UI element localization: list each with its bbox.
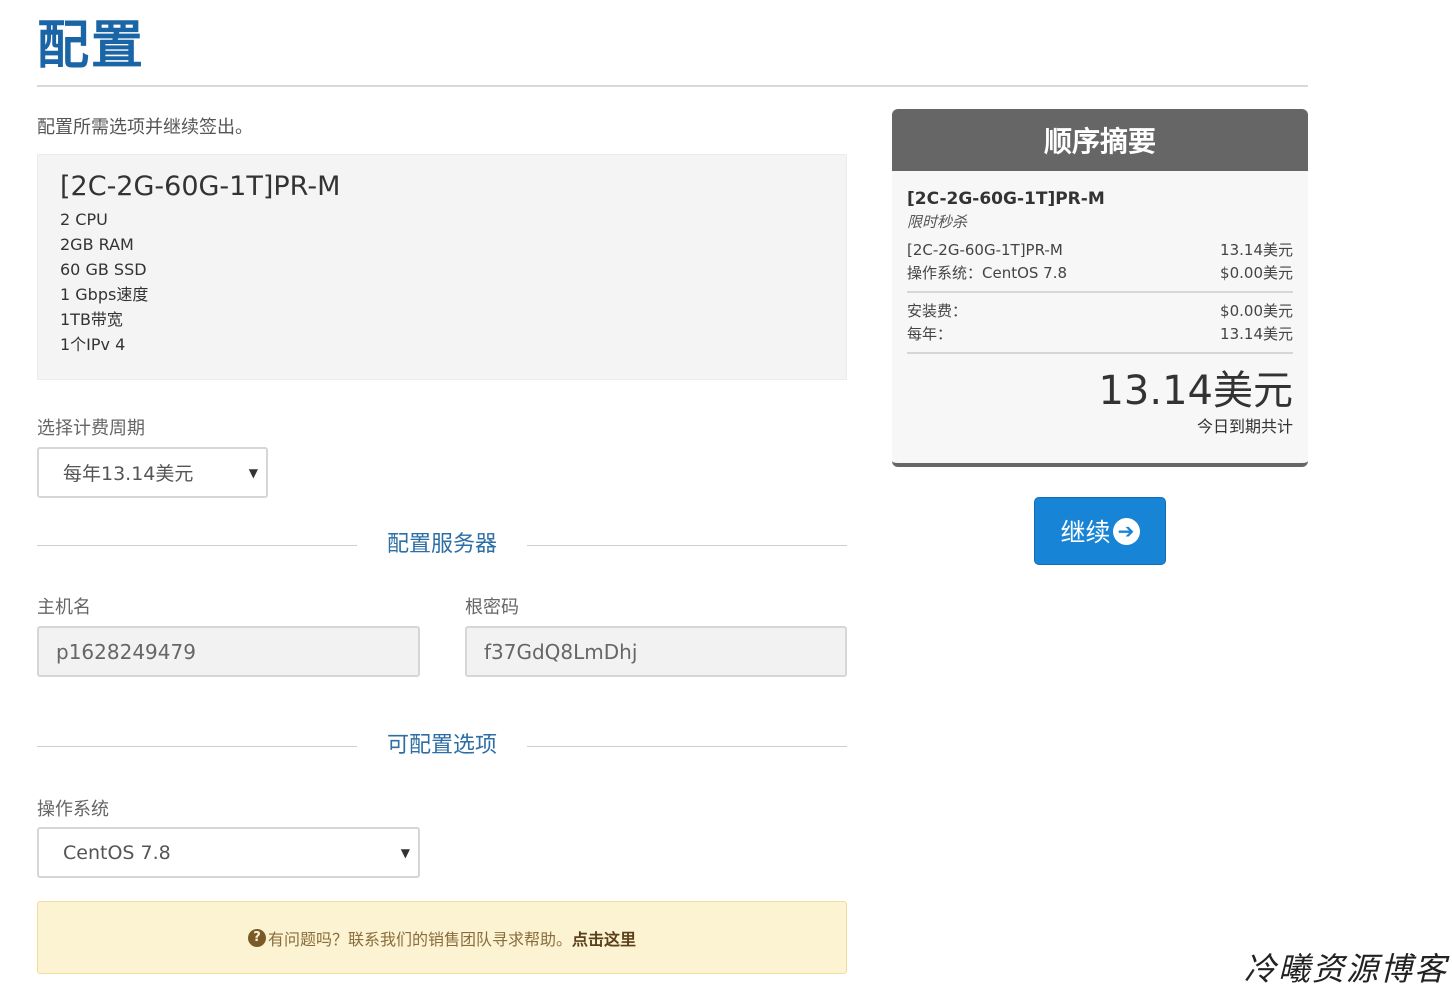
root-password-input[interactable]: f37GdQ8LmDhj <box>465 626 847 677</box>
summary-line-item: 操作系统：CentOS 7.8 $0.00美元 <box>907 262 1293 285</box>
summary-total-amount: 13.14美元 <box>1098 368 1293 414</box>
divider-line <box>37 545 357 546</box>
summary-product-name: [2C-2G-60G-1T]PR-M <box>907 189 1105 209</box>
fee-value: 13.14美元 <box>1220 325 1293 343</box>
section-title: 可配置选项 <box>386 733 497 758</box>
line-item-price: 13.14美元 <box>1220 241 1293 259</box>
root-password-label: 根密码 <box>465 597 519 618</box>
billing-cycle-label: 选择计费周期 <box>37 418 145 439</box>
divider-line <box>527 746 847 747</box>
divider-line <box>527 545 847 546</box>
page-title: 配置 <box>37 15 146 76</box>
root-password-value: f37GdQ8LmDhj <box>484 639 638 664</box>
os-value: CentOS 7.8 <box>63 841 171 864</box>
intro-text: 配置所需选项并继续签出。 <box>37 117 253 138</box>
billing-cycle-value: 每年13.14美元 <box>63 463 194 485</box>
line-item-price: $0.00美元 <box>1220 264 1293 282</box>
hostname-label: 主机名 <box>37 597 91 618</box>
hostname-value: p1628249479 <box>56 639 196 664</box>
caret-down-icon: ▼ <box>248 465 258 480</box>
question-circle-icon: ? <box>247 928 266 947</box>
order-summary-title: 顺序摘要 <box>892 109 1308 171</box>
section-configurable-options: 可配置选项 <box>37 731 847 761</box>
section-title: 配置服务器 <box>386 532 497 557</box>
help-text: 有问题吗？联系我们的销售团队寻求帮助。 <box>267 929 572 949</box>
summary-product-group: 限时秒杀 <box>907 213 968 231</box>
fee-value: $0.00美元 <box>1220 302 1293 320</box>
product-feature-disk: 60 GB SSD <box>60 260 147 279</box>
billing-cycle-select[interactable]: 每年13.14美元 ▼ <box>37 447 268 498</box>
summary-fee-row: 安装费： $0.00美元 <box>907 300 1293 323</box>
product-feature-bandwidth: 1TB带宽 <box>60 310 123 329</box>
continue-button-label: 继续 <box>1060 518 1111 547</box>
continue-button[interactable]: 继续 ➔ <box>1034 497 1166 565</box>
line-item-label: [2C-2G-60G-1T]PR-M <box>907 241 1063 259</box>
section-configure-server: 配置服务器 <box>37 530 847 560</box>
divider-line <box>37 746 357 747</box>
summary-divider <box>907 352 1293 354</box>
summary-divider <box>907 291 1293 293</box>
product-name: [2C-2G-60G-1T]PR-M <box>60 171 341 202</box>
line-item-label: 操作系统：CentOS 7.8 <box>907 264 1068 282</box>
watermark: 冷曦资源博客 <box>1244 950 1449 988</box>
product-info-panel: [2C-2G-60G-1T]PR-M 2 CPU 2GB RAM 60 GB S… <box>37 154 847 380</box>
summary-fee-row: 每年： 13.14美元 <box>907 323 1293 346</box>
product-feature-ram: 2GB RAM <box>60 235 134 254</box>
summary-line-item: [2C-2G-60G-1T]PR-M 13.14美元 <box>907 239 1293 262</box>
product-feature-ip: 1个IPv 4 <box>60 335 126 354</box>
os-label: 操作系统 <box>37 799 109 820</box>
summary-total-label: 今日到期共计 <box>1196 417 1293 436</box>
product-feature-speed: 1 Gbps速度 <box>60 285 149 304</box>
arrow-circle-right-icon: ➔ <box>1112 517 1140 545</box>
product-feature-cpu: 2 CPU <box>60 210 108 229</box>
fee-label: 安装费： <box>907 302 968 320</box>
caret-down-icon: ▼ <box>400 845 410 860</box>
title-divider <box>37 85 1308 87</box>
sales-help-alert: ? 有问题吗？联系我们的销售团队寻求帮助。 点击这里 <box>37 901 847 974</box>
order-summary-panel: 顺序摘要 [2C-2G-60G-1T]PR-M 限时秒杀 [2C-2G-60G-… <box>892 109 1308 467</box>
hostname-input[interactable]: p1628249479 <box>37 626 420 677</box>
os-select[interactable]: CentOS 7.8 ▼ <box>37 827 420 878</box>
help-link[interactable]: 点击这里 <box>572 926 636 950</box>
fee-label: 每年： <box>907 325 953 343</box>
